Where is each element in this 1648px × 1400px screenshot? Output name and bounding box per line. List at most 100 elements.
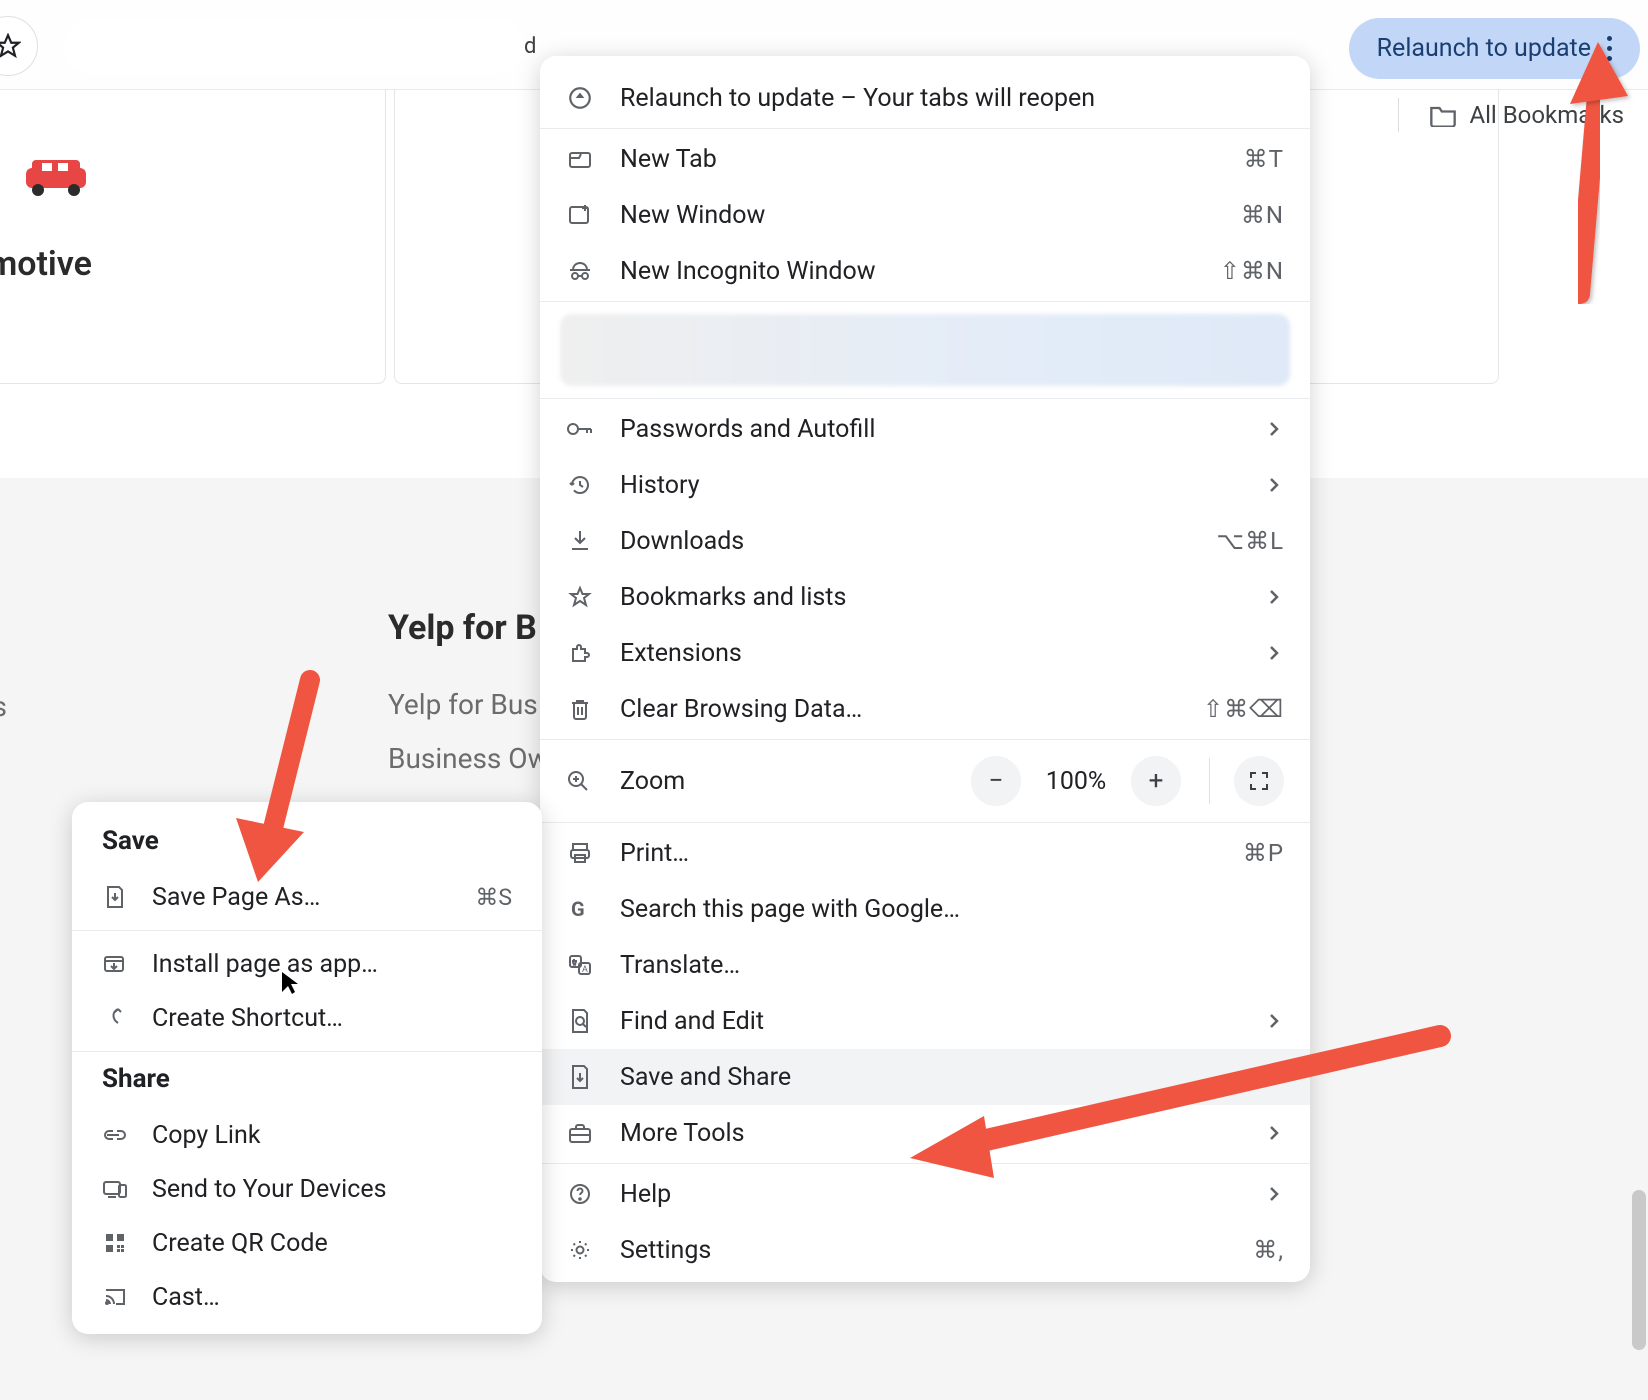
menu-more-tools[interactable]: More Tools (540, 1105, 1310, 1161)
menu-label: More Tools (620, 1119, 1238, 1148)
chevron-right-icon (1264, 420, 1284, 438)
chevron-right-icon (1264, 644, 1284, 662)
menu-help[interactable]: Help (540, 1166, 1310, 1222)
menu-new-window[interactable]: New Window ⌘N (540, 187, 1310, 243)
menu-label: New Window (620, 201, 1215, 230)
gear-icon (566, 1236, 594, 1264)
submenu-label: Send to Your Devices (152, 1175, 512, 1204)
category-label: Automotive (0, 244, 92, 284)
menu-translate[interactable]: A Translate… (540, 937, 1310, 993)
tab-icon (566, 145, 594, 173)
translate-icon: A (566, 951, 594, 979)
menu-label: New Incognito Window (620, 257, 1194, 286)
menu-label: History (620, 471, 1238, 500)
shortcut-text: ⌘S (475, 884, 512, 911)
address-text: d (524, 34, 536, 59)
separator (1398, 98, 1399, 132)
submenu-install-app[interactable]: Install page as app… (72, 937, 542, 991)
menu-zoom: Zoom − 100% + (540, 742, 1310, 820)
submenu-label: Save Page As… (152, 883, 451, 912)
kebab-menu-icon[interactable] (1607, 36, 1612, 61)
menu-bookmarks-lists[interactable]: Bookmarks and lists (540, 569, 1310, 625)
shortcut-text: ⇧⌘⌫ (1203, 695, 1284, 723)
footer-link: Business Ow (388, 742, 549, 775)
submenu-heading-share: Share (72, 1058, 542, 1108)
submenu-save-page-as[interactable]: Save Page As… ⌘S (72, 870, 542, 924)
chevron-right-icon (1264, 588, 1284, 606)
shortcut-text: ⌥⌘L (1216, 527, 1284, 555)
menu-save-and-share[interactable]: Save and Share (540, 1049, 1310, 1105)
separator (1209, 758, 1210, 804)
scrollbar-thumb[interactable] (1632, 1190, 1646, 1350)
trash-icon (566, 695, 594, 723)
incognito-icon (566, 257, 594, 285)
menu-print[interactable]: Print… ⌘P (540, 825, 1310, 881)
zoom-out-button[interactable]: − (971, 756, 1021, 806)
submenu-create-shortcut[interactable]: Create Shortcut… (72, 991, 542, 1045)
footer-link: Yelp for Bus (388, 688, 538, 721)
menu-label: Print… (620, 839, 1217, 868)
save-share-submenu: Save Save Page As… ⌘S Install page as ap… (72, 802, 542, 1334)
menu-label: Save and Share (620, 1063, 1238, 1092)
refresh-arrow-icon (566, 84, 594, 112)
chevron-right-icon (1264, 476, 1284, 494)
menu-passwords-autofill[interactable]: Passwords and Autofill (540, 401, 1310, 457)
submenu-copy-link[interactable]: Copy Link (72, 1108, 542, 1162)
category-tile (0, 44, 386, 384)
submenu-heading-save: Save (72, 820, 542, 870)
zoom-value: 100% (1039, 767, 1113, 796)
profile-row-blurred[interactable] (560, 314, 1290, 386)
menu-relaunch-update[interactable]: Relaunch to update – Your tabs will reop… (540, 70, 1310, 126)
devices-icon (102, 1179, 128, 1199)
submenu-label: Install page as app… (152, 950, 512, 979)
find-in-page-icon (566, 1007, 594, 1035)
submenu-send-devices[interactable]: Send to Your Devices (72, 1162, 542, 1216)
download-icon (566, 527, 594, 555)
shortcut-icon (102, 1006, 128, 1030)
toolbox-icon (566, 1119, 594, 1147)
menu-label: Search this page with Google… (620, 895, 1284, 924)
menu-label: Clear Browsing Data… (620, 695, 1177, 724)
bookmarks-bar: All Bookmarks (1398, 98, 1624, 132)
menu-label: Extensions (620, 639, 1238, 668)
relaunch-update-button[interactable]: Relaunch to update (1349, 18, 1640, 79)
install-app-icon (102, 953, 128, 975)
relaunch-label: Relaunch to update (1377, 34, 1591, 63)
submenu-label: Copy Link (152, 1121, 512, 1150)
link-icon (102, 1128, 128, 1142)
zoom-in-button[interactable]: + (1131, 756, 1181, 806)
zoom-in-icon (566, 769, 594, 793)
star-icon (566, 583, 594, 611)
new-window-icon (566, 201, 594, 229)
chevron-right-icon (1264, 1068, 1284, 1086)
fullscreen-button[interactable] (1234, 756, 1284, 806)
menu-find-edit[interactable]: Find and Edit (540, 993, 1310, 1049)
menu-history[interactable]: History (540, 457, 1310, 513)
menu-new-tab[interactable]: New Tab ⌘T (540, 131, 1310, 187)
chevron-right-icon (1264, 1185, 1284, 1203)
save-page-icon (102, 885, 128, 909)
menu-clear-browsing-data[interactable]: Clear Browsing Data… ⇧⌘⌫ (540, 681, 1310, 737)
menu-new-incognito[interactable]: New Incognito Window ⇧⌘N (540, 243, 1310, 299)
menu-label: Translate… (620, 951, 1284, 980)
menu-label: Downloads (620, 527, 1190, 556)
menu-search-page-google[interactable]: G Search this page with Google… (540, 881, 1310, 937)
menu-extensions[interactable]: Extensions (540, 625, 1310, 681)
menu-label: Relaunch to update – Your tabs will reop… (620, 84, 1284, 113)
extension-icon (566, 639, 594, 667)
help-icon (566, 1180, 594, 1208)
menu-downloads[interactable]: Downloads ⌥⌘L (540, 513, 1310, 569)
car-icon (24, 160, 88, 196)
folder-icon (1429, 103, 1457, 127)
bookmark-star-icon[interactable] (0, 16, 38, 76)
submenu-create-qr[interactable]: Create QR Code (72, 1216, 542, 1270)
shortcut-text: ⌘P (1243, 839, 1284, 867)
footer-heading: Yelp for B (388, 608, 537, 648)
submenu-cast[interactable]: Cast… (72, 1270, 542, 1324)
menu-label: New Tab (620, 145, 1218, 174)
all-bookmarks-link[interactable]: All Bookmarks (1469, 101, 1624, 129)
footer-link: st Guides (0, 690, 7, 723)
menu-settings[interactable]: Settings ⌘, (540, 1222, 1310, 1278)
menu-label: Settings (620, 1236, 1227, 1265)
history-icon (566, 471, 594, 499)
